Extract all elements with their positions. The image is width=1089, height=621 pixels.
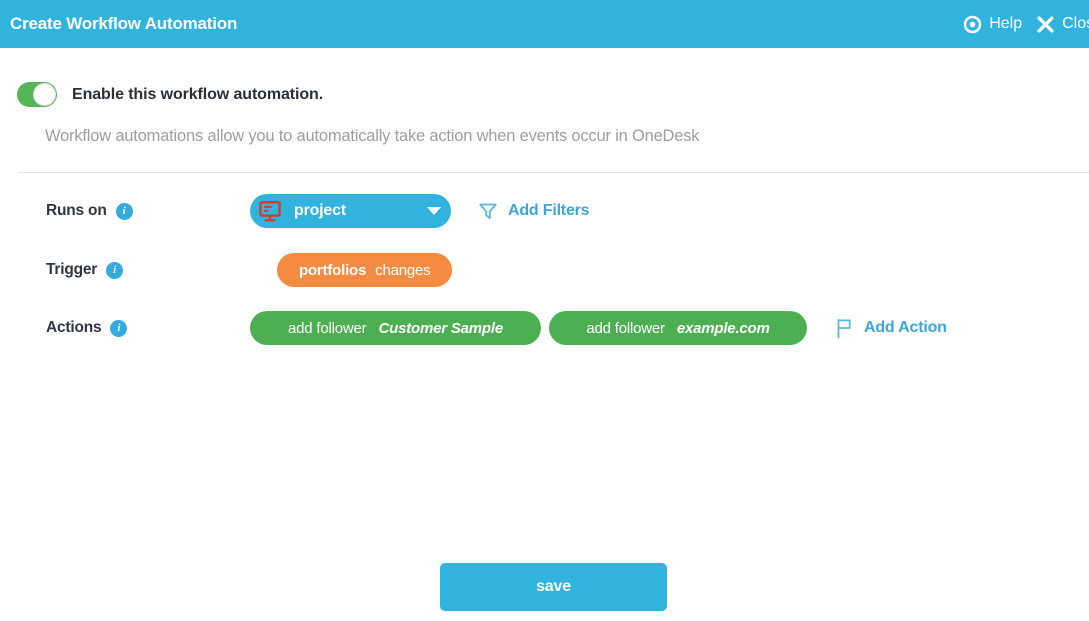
trigger-row: Trigger i portfolios changes xyxy=(0,253,1089,295)
lifebuoy-icon xyxy=(963,15,982,34)
dialog-titlebar: Create Workflow Automation Help Close xyxy=(0,0,1089,48)
close-label: Close xyxy=(1062,15,1089,33)
add-filters-label: Add Filters xyxy=(508,202,589,220)
runs-on-label: Runs on xyxy=(46,202,107,220)
action-verb: add follower xyxy=(586,320,664,337)
actions-row: Actions i add follower Customer Sample a… xyxy=(0,311,1089,353)
save-button[interactable]: save xyxy=(440,563,667,611)
actions-content: add follower Customer Sample add followe… xyxy=(250,311,1089,345)
action-verb: add follower xyxy=(288,320,366,337)
trigger-primary: portfolios xyxy=(299,262,366,279)
dialog-description: Workflow automations allow you to automa… xyxy=(45,127,699,146)
chevron-down-icon xyxy=(427,207,441,215)
actions-label: Actions xyxy=(46,319,101,337)
section-divider xyxy=(18,172,1089,173)
project-board-icon xyxy=(258,199,282,223)
info-icon[interactable]: i xyxy=(110,320,127,337)
dialog-title: Create Workflow Automation xyxy=(10,14,237,34)
action-pill[interactable]: add follower example.com xyxy=(549,311,807,345)
trigger-secondary: changes xyxy=(375,262,430,279)
close-button[interactable]: Close xyxy=(1036,15,1089,34)
action-pill[interactable]: add follower Customer Sample xyxy=(250,311,541,345)
flag-icon xyxy=(835,318,854,339)
action-target: example.com xyxy=(677,320,770,337)
action-target: Customer Sample xyxy=(378,320,503,337)
add-filters-button[interactable]: Add Filters xyxy=(478,201,589,221)
trigger-label: Trigger xyxy=(46,261,97,279)
add-action-button[interactable]: Add Action xyxy=(835,318,947,339)
filter-funnel-icon xyxy=(478,201,498,221)
trigger-pill[interactable]: portfolios changes xyxy=(277,253,452,287)
runs-on-content: project Add Filters xyxy=(250,194,1089,228)
create-workflow-automation-dialog: Create Workflow Automation Help Close xyxy=(0,0,1089,621)
enable-workflow-row: Enable this workflow automation. xyxy=(17,82,323,107)
help-button[interactable]: Help xyxy=(963,15,1022,34)
close-x-icon xyxy=(1036,15,1055,34)
enable-workflow-toggle[interactable] xyxy=(17,82,57,107)
add-action-label: Add Action xyxy=(864,319,947,337)
enable-workflow-label: Enable this workflow automation. xyxy=(72,86,323,104)
trigger-label-group: Trigger i xyxy=(0,253,250,279)
toggle-knob xyxy=(33,83,56,106)
info-icon[interactable]: i xyxy=(106,262,123,279)
runs-on-value: project xyxy=(294,202,346,220)
titlebar-actions: Help Close xyxy=(963,0,1089,48)
info-icon[interactable]: i xyxy=(116,203,133,220)
workflow-form: Runs on i project xyxy=(0,190,1089,353)
trigger-content: portfolios changes xyxy=(250,253,1089,287)
runs-on-label-group: Runs on i xyxy=(0,194,250,220)
runs-on-object-selector[interactable]: project xyxy=(250,194,451,228)
actions-label-group: Actions i xyxy=(0,311,250,337)
runs-on-row: Runs on i project xyxy=(0,194,1089,236)
help-label: Help xyxy=(989,15,1022,33)
